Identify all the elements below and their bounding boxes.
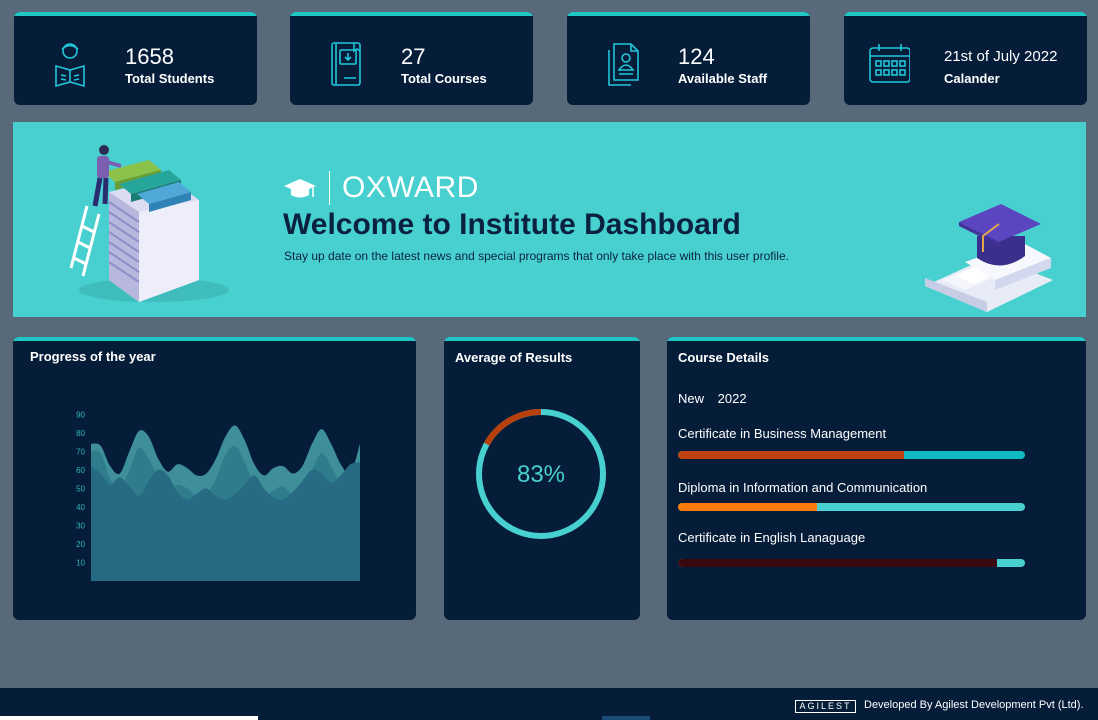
course-details-card: Course Details New 2022 Certificate in B… — [667, 337, 1086, 620]
banner-subtitle: Stay up date on the latest news and spec… — [284, 249, 789, 263]
footer-scroll-strip — [0, 716, 258, 720]
footer: AGILEST Developed By Agilest Development… — [0, 688, 1098, 720]
y-tick-label: 10 — [76, 558, 85, 567]
stat-value: 124 — [678, 44, 715, 69]
course-name: Diploma in Information and Communication — [678, 480, 928, 495]
y-tick-label: 30 — [76, 521, 85, 530]
stat-label: Calander — [944, 71, 1000, 86]
filter-year: 2022 — [717, 391, 747, 406]
course-progress-fill — [678, 451, 904, 459]
y-tick-label: 70 — [76, 447, 85, 456]
y-tick-label: 90 — [76, 410, 85, 419]
results-ring-accent — [484, 409, 542, 446]
course-progress-bar — [678, 559, 1025, 567]
calendar-icon — [869, 44, 910, 83]
course-name: Certificate in Business Management — [678, 426, 887, 441]
results-card: Average of Results 83% — [444, 337, 640, 620]
student-reading-icon — [55, 43, 85, 88]
results-value: 83% — [517, 461, 565, 488]
graduation-cap-icon — [284, 179, 316, 198]
course-progress-bar — [678, 451, 1025, 459]
brand-name: OXWARD — [342, 171, 479, 204]
stat-card-calendar[interactable]: 21st of July 2022 Calander — [844, 12, 1087, 105]
stat-label: Available Staff — [678, 71, 768, 86]
progress-area-chart: 10 20 30 40 50 60 70 80 90 — [76, 410, 360, 581]
stat-value: 21st of July 2022 — [944, 48, 1058, 65]
stat-card-students[interactable]: 1658 Total Students — [14, 12, 257, 105]
y-tick-label: 20 — [76, 540, 85, 549]
brand-divider — [329, 171, 330, 205]
stat-label: Total Courses — [401, 71, 487, 86]
results-title: Average of Results — [455, 350, 573, 365]
course-title: Course Details — [678, 350, 770, 365]
course-progress-fill — [678, 559, 998, 567]
course-progress-bar — [678, 503, 1025, 511]
welcome-banner: OXWARD Welcome to Institute Dashboard St… — [13, 122, 1086, 317]
course-name: Certificate in English Lanaguage — [678, 530, 866, 545]
y-tick-label: 50 — [76, 484, 85, 493]
staff-id-icon — [608, 43, 639, 86]
course-filter[interactable]: New 2022 — [678, 391, 747, 406]
y-tick-label: 40 — [76, 503, 85, 512]
filter-label: New — [678, 391, 705, 406]
footer-credit: Developed By Agilest Development Pvt (Lt… — [864, 699, 1084, 711]
footer-scroll-thumb — [602, 716, 650, 720]
course-progress-fill — [678, 503, 817, 511]
books-stack-illustration — [69, 145, 229, 302]
agilest-logo: AGILEST — [795, 700, 856, 713]
progress-card: Progress of the year 10 20 30 40 50 60 70 80 90 — [13, 337, 416, 620]
stat-card-courses[interactable]: 27 Total Courses — [290, 12, 533, 105]
stat-card-staff[interactable]: 124 Available Staff — [567, 12, 810, 105]
results-ring-chart: 83% — [476, 409, 606, 539]
stat-label: Total Students — [125, 71, 215, 86]
stat-value: 1658 — [125, 44, 174, 69]
banner-title: Welcome to Institute Dashboard — [283, 208, 741, 241]
graduation-cap-illustration — [925, 204, 1053, 312]
stat-value: 27 — [401, 44, 426, 69]
y-tick-label: 60 — [76, 466, 85, 475]
book-download-icon — [331, 42, 361, 86]
y-tick-label: 80 — [76, 429, 85, 438]
